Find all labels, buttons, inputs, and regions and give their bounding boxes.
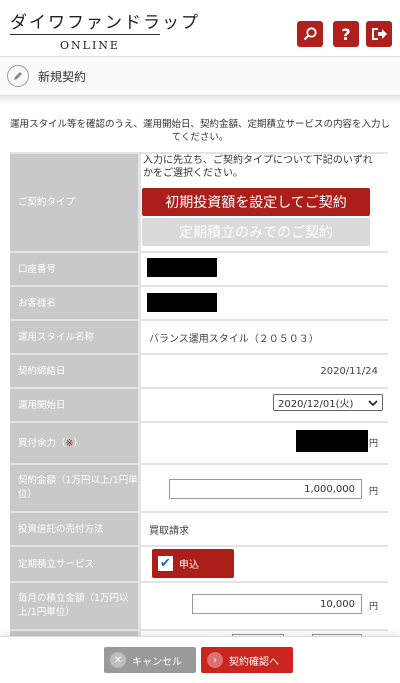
cancel-button[interactable]: ✕ キャンセル (104, 647, 196, 673)
start-date-value: 2020/12/01(火) (278, 399, 354, 410)
search-button[interactable] (297, 21, 323, 47)
contract-date-label: 契約締結日 (10, 355, 138, 387)
pencil-icon (7, 65, 29, 87)
contract-type-note: 入力に先立ち、ご契約タイプについて下記のいずれかをご選択ください。 (143, 155, 373, 179)
contract-amount-unit: 円 (369, 487, 379, 497)
start-date-label: 運用開始日 (10, 389, 138, 421)
sell-method-value: 買取請求 (141, 513, 388, 545)
asterisk-note-link[interactable]: ※ (66, 437, 74, 450)
periodic-only-button[interactable]: 定期積立のみでのご契約 (142, 218, 370, 246)
start-date-select[interactable]: 2020/12/01(火) (273, 394, 383, 411)
search-icon (303, 27, 317, 41)
checkmark-icon: ✔ (158, 556, 173, 571)
logout-button[interactable] (366, 21, 392, 47)
action-footer (0, 636, 400, 683)
periodic-service-label: 定期積立サービス (10, 547, 138, 581)
confirm-label: 契約確認へ (229, 656, 279, 668)
periodic-service-check-label: 申込 (179, 560, 199, 571)
account-number-redacted (147, 258, 217, 277)
periodic-service-checkbox[interactable]: ✔ 申込 (152, 549, 234, 578)
style-name-label: 運用スタイル名称 (10, 321, 138, 353)
style-name-value: バランス運用スタイル（２０５０３） (141, 321, 388, 353)
customer-name-redacted (147, 293, 217, 312)
account-number-label: 口座番号 (10, 253, 138, 285)
cancel-label: キャンセル (132, 656, 182, 668)
brand-logo[interactable]: ダイワファンドラップ (10, 8, 200, 33)
buying-power-redacted (296, 430, 368, 452)
brand-underline (10, 34, 160, 35)
contract-amount-label: 契約金額（1万円以上/1円単位） (10, 465, 138, 511)
contract-type-label: ご契約タイプ (10, 154, 138, 251)
sell-method-label: 投資信託の売付方法 (10, 513, 138, 545)
logout-icon (372, 28, 387, 40)
monthly-amount-label: 毎月の積立金額（1万円以上/1円単位） (10, 583, 138, 629)
chevron-down-icon (368, 399, 378, 406)
brand-subtitle: ONLINE (60, 39, 120, 52)
page-title: 新規契約 (38, 70, 87, 84)
close-icon: ✕ (110, 652, 126, 668)
buying-power-label: 買付余力（ ※） (10, 423, 138, 463)
help-icon: ? (341, 24, 351, 44)
confirm-contract-button[interactable]: › 契約確認へ (201, 647, 293, 673)
set-initial-investment-button[interactable]: 初期投資額を設定してご契約 (142, 188, 370, 216)
buying-power-unit: 円 (369, 439, 379, 449)
chevron-right-icon: › (207, 652, 223, 668)
monthly-amount-input[interactable]: 10,000 (192, 594, 362, 614)
title-shadow (0, 96, 400, 104)
customer-name-label: お客様名 (10, 287, 138, 319)
contract-date-value: 2020/11/24 (141, 355, 388, 387)
contract-amount-input[interactable]: 1,000,000 (169, 479, 362, 499)
instruction-text: 運用スタイル等を確認のうえ、運用開始日、契約金額、定期積立サービスの内容を入力し… (9, 119, 390, 143)
help-button[interactable]: ? (333, 21, 359, 47)
monthly-amount-unit: 円 (369, 602, 379, 612)
